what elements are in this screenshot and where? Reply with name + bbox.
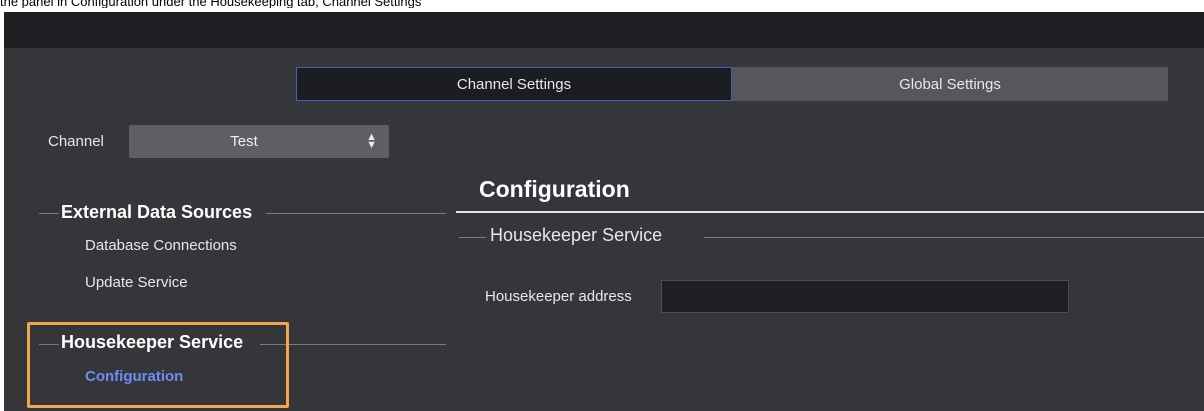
housekeeper-address-input[interactable]	[661, 280, 1069, 313]
select-arrows-icon: ▲ ▼	[366, 131, 377, 151]
channel-label: Channel	[48, 133, 104, 150]
highlight-box	[27, 322, 289, 408]
channel-selected-value: Test	[230, 133, 258, 150]
page-title: Configuration	[479, 176, 630, 202]
tab-global-settings[interactable]: Global Settings	[732, 67, 1168, 101]
group-rule-left	[459, 237, 486, 238]
tab-channel-settings[interactable]: Channel Settings	[296, 67, 732, 101]
section-rule-right	[266, 213, 446, 214]
sidebar-item-database-connections[interactable]: Database Connections	[85, 237, 237, 254]
section-title-external-data-sources: External Data Sources	[61, 202, 253, 222]
sidebar-item-update-service[interactable]: Update Service	[85, 274, 188, 291]
section-rule-left	[39, 213, 59, 214]
title-divider	[456, 211, 1204, 213]
group-title-housekeeper-service: Housekeeper Service	[490, 225, 663, 245]
channel-select[interactable]: Test ▲ ▼	[129, 125, 389, 158]
housekeeper-address-label: Housekeeper address	[485, 288, 632, 305]
settings-window: Channel Settings Global Settings Channel…	[4, 12, 1204, 411]
settings-tabs: Channel Settings Global Settings	[296, 67, 1168, 101]
caption-text: the panel in Configuration under the Hou…	[0, 0, 422, 8]
group-rule-right	[704, 237, 1204, 238]
title-bar	[4, 12, 1204, 48]
